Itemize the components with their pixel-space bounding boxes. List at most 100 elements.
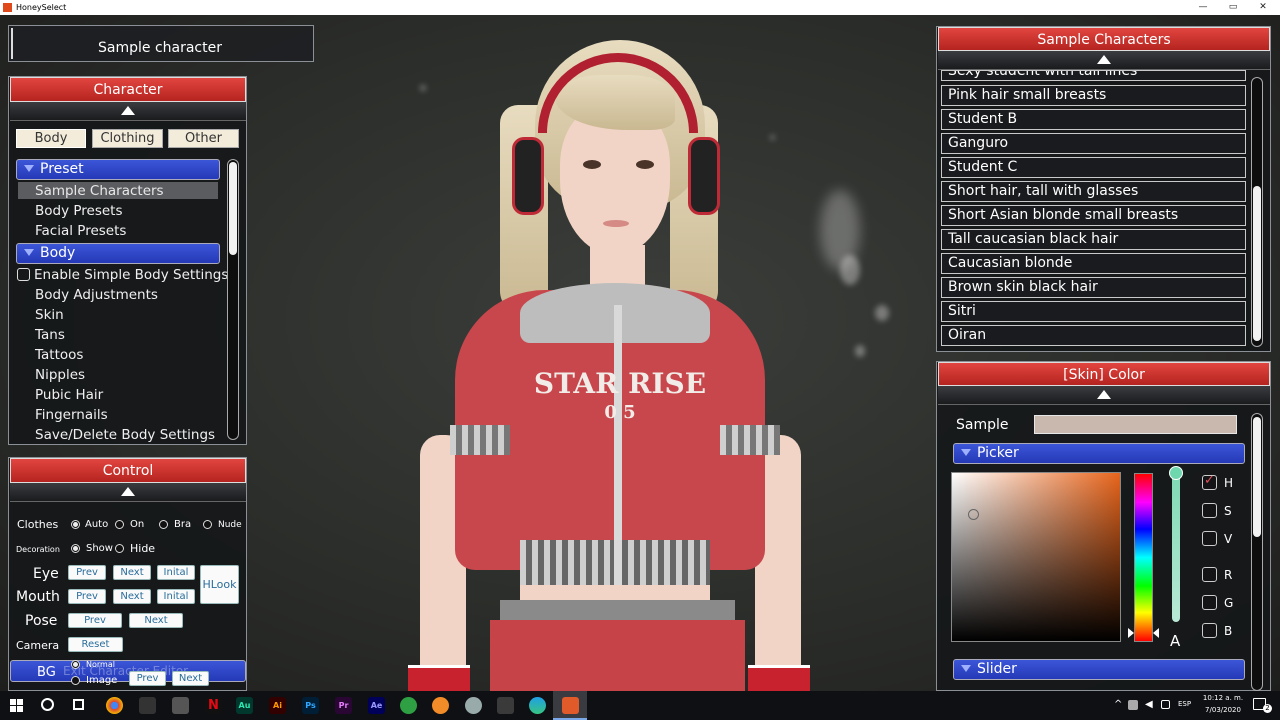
list-item-partial[interactable]: Sexy student with tall lines [941,70,1246,81]
menu-item-nipples[interactable]: Nipples [35,365,85,385]
scrollbar-thumb[interactable] [229,162,237,255]
app-icon-orange[interactable] [432,697,449,714]
list-item[interactable]: Ganguro [941,133,1246,154]
illustrator-icon[interactable]: Ai [269,697,286,714]
clock-date[interactable]: 7/03/2020 [1201,706,1245,714]
honeyselect-taskbar-icon[interactable] [562,697,579,714]
mouth-next-button[interactable]: Next [113,589,151,604]
photoshop-icon[interactable]: Ps [302,697,319,714]
app-icon-gray[interactable] [465,697,482,714]
simple-body-checkbox[interactable] [17,268,30,281]
clothes-on-radio[interactable] [115,520,124,529]
list-item[interactable]: Short hair, tall with glasses [941,181,1246,202]
sample-color-swatch[interactable] [1034,415,1237,434]
control-panel-collapse[interactable] [10,483,246,502]
task-view-icon[interactable] [73,699,84,710]
clock-time[interactable]: 10:12 a. m. [1201,694,1245,702]
maximize-button[interactable]: ▭ [1218,0,1248,15]
bg-prev-button[interactable]: Prev [129,671,166,686]
decoration-hide-radio[interactable] [115,544,124,553]
menu-item-body-adjustments[interactable]: Body Adjustments [35,285,158,305]
list-item[interactable]: Student C [941,157,1246,178]
menu-item-skin[interactable]: Skin [35,305,64,325]
hue-slider-handle-icon[interactable] [1153,628,1159,638]
list-item[interactable]: Brown skin black hair [941,277,1246,298]
list-item[interactable]: Pink hair small breasts [941,85,1246,106]
list-item[interactable]: Short Asian blonde small breasts [941,205,1246,226]
edge-icon[interactable] [529,697,546,714]
windows-start-icon[interactable] [10,699,23,712]
channel-v-checkbox[interactable] [1202,531,1217,546]
decoration-show-radio[interactable] [71,544,80,553]
alpha-slider[interactable] [1172,474,1180,622]
menu-item-fingernails[interactable]: Fingernails [35,405,108,425]
search-icon[interactable] [41,698,54,711]
menu-item-facial-presets[interactable]: Facial Presets [35,221,126,241]
premiere-icon[interactable]: Pr [335,697,352,714]
clothes-auto-radio[interactable] [71,520,80,529]
app-icon-dark[interactable] [497,697,514,714]
clothes-nude-radio[interactable] [203,520,212,529]
list-item[interactable]: Sitri [941,301,1246,322]
chrome-icon[interactable] [106,697,123,714]
group-body[interactable]: Body [16,243,220,264]
scrollbar-thumb[interactable] [1253,186,1261,341]
sample-characters-scrollbar[interactable] [1251,77,1263,347]
menu-item-sample-characters[interactable]: Sample Characters [35,181,164,201]
tab-other[interactable]: Other [168,129,239,148]
bg-normal-radio[interactable] [71,660,80,669]
menu-item-body-presets[interactable]: Body Presets [35,201,123,221]
list-item[interactable]: Tall caucasian black hair [941,229,1246,250]
list-item[interactable]: Student B [941,109,1246,130]
tray-chevron-icon[interactable]: ^ [1114,699,1122,710]
pose-prev-button[interactable]: Prev [68,613,122,628]
character-panel-collapse[interactable] [10,102,246,121]
tab-clothing[interactable]: Clothing [92,129,163,148]
picker-cursor-icon[interactable] [968,509,979,520]
minimize-button[interactable]: — [1188,0,1218,15]
clothes-bra-radio[interactable] [159,520,168,529]
eye-initial-button[interactable]: Inital [157,565,195,580]
list-item[interactable]: Caucasian blonde [941,253,1246,274]
tab-body[interactable]: Body [16,129,86,148]
character-panel-scrollbar[interactable] [227,159,239,440]
list-item[interactable]: Oiran [941,325,1246,346]
language-indicator[interactable]: ESP [1178,700,1191,708]
menu-item-tans[interactable]: Tans [35,325,65,345]
pose-next-button[interactable]: Next [129,613,183,628]
eye-next-button[interactable]: Next [113,565,151,580]
sample-characters-collapse[interactable] [938,51,1270,70]
mouth-initial-button[interactable]: Inital [157,589,195,604]
channel-g-checkbox[interactable] [1202,595,1217,610]
channel-s-checkbox[interactable] [1202,503,1217,518]
media-player-icon[interactable] [172,697,189,714]
camera-reset-button[interactable]: Reset [68,637,123,652]
eye-prev-button[interactable]: Prev [68,565,106,580]
menu-item-save-delete-body[interactable]: Save/Delete Body Settings [35,425,215,445]
after-effects-icon[interactable]: Ae [368,697,385,714]
skin-color-collapse[interactable] [938,386,1270,405]
bg-next-button[interactable]: Next [172,671,209,686]
channel-b-checkbox[interactable] [1202,623,1217,638]
volume-icon[interactable]: ◀ [1145,699,1153,710]
channel-h-checkbox[interactable]: ✓ [1202,473,1217,490]
saturation-value-picker[interactable] [951,472,1121,642]
group-preset[interactable]: Preset [16,159,220,180]
exit-editor-overlay[interactable]: Exit Character Editor [63,664,188,678]
menu-item-pubic-hair[interactable]: Pubic Hair [35,385,103,405]
skin-color-scrollbar[interactable] [1251,413,1263,691]
utorrent-icon[interactable] [400,697,417,714]
slider-header[interactable]: Slider [953,659,1245,680]
netflix-icon[interactable]: N [205,697,222,714]
speaker-icon[interactable] [1161,700,1170,709]
picker-header[interactable]: Picker [953,443,1245,464]
game-app-icon[interactable] [139,697,156,714]
alpha-slider-handle[interactable] [1169,466,1183,480]
mouth-prev-button[interactable]: Prev [68,589,106,604]
bg-image-radio[interactable] [71,676,80,685]
hlook-button[interactable]: HLook [200,565,239,604]
tray-app-icon[interactable] [1128,700,1138,710]
audition-icon[interactable]: Au [236,697,253,714]
hue-slider[interactable] [1134,473,1153,642]
hue-slider-handle-icon[interactable] [1128,628,1134,638]
